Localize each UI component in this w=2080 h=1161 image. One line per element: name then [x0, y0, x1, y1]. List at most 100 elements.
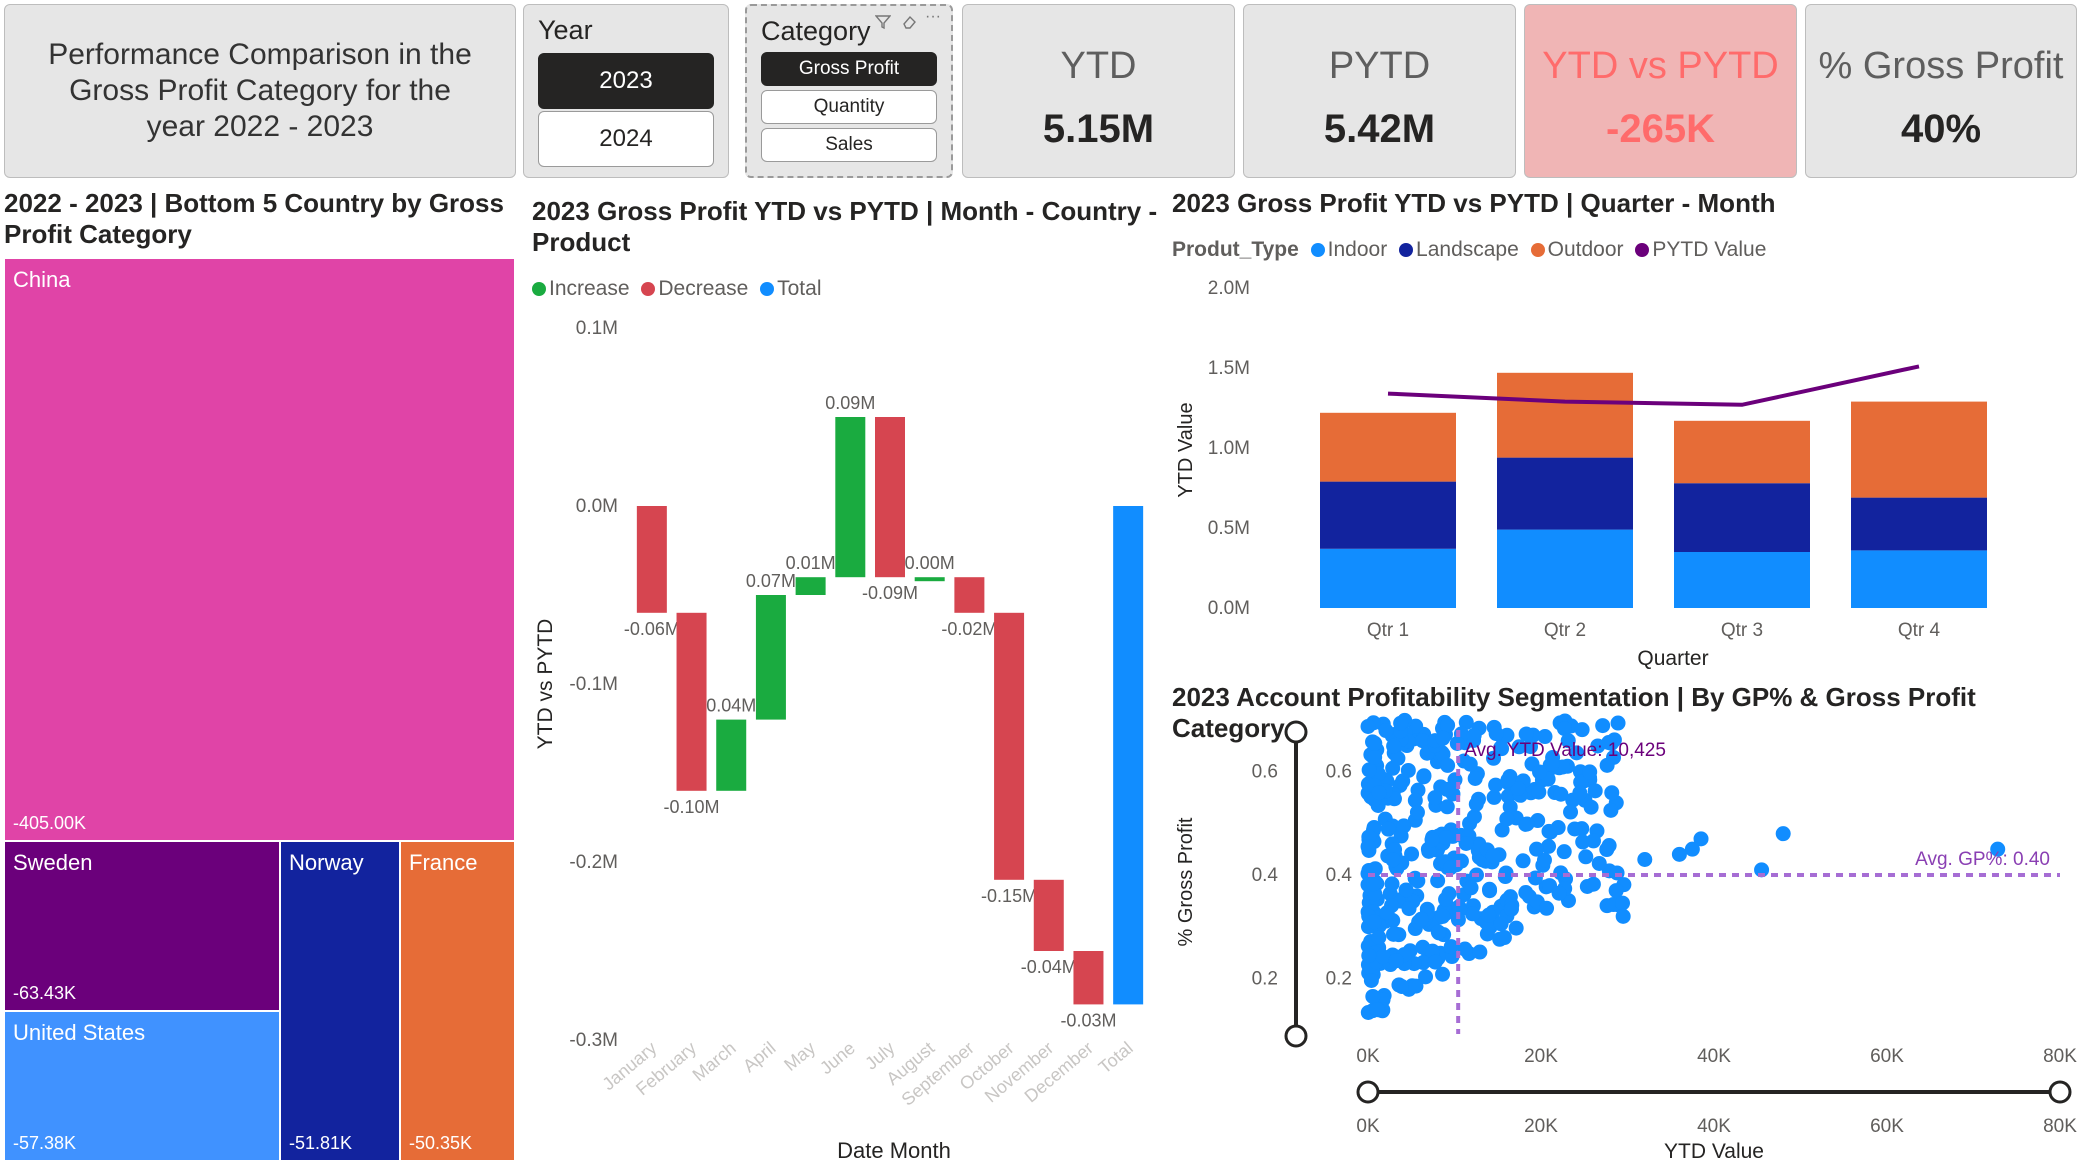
scatter-point	[1439, 781, 1455, 797]
scatter-point	[1599, 842, 1615, 858]
scatter-point	[1375, 949, 1391, 965]
waterfall-x-tick: May	[780, 1038, 819, 1075]
waterfall-data-label: -0.15M	[981, 886, 1037, 906]
scatter-point	[1438, 830, 1454, 846]
scatter-point	[1384, 876, 1400, 892]
scatter-point	[1413, 911, 1429, 927]
stacked-y-tick: 1.5M	[1208, 358, 1250, 379]
scatter-point	[1467, 770, 1483, 786]
scatter-point	[1371, 785, 1387, 801]
scatter-y-tick: 0.4	[1326, 865, 1353, 886]
waterfall-y-tick: 0.0M	[576, 496, 618, 517]
scatter-x-slider-tick: 0K	[1356, 1116, 1380, 1137]
scatter-point	[1609, 865, 1625, 881]
stacked-bar-segment	[1320, 481, 1456, 549]
scatter-y-tick: 0.6	[1326, 762, 1352, 783]
scatter-x-slider-tick: 20K	[1524, 1116, 1558, 1137]
scatter-point	[1591, 855, 1607, 871]
waterfall-bar	[914, 577, 945, 582]
scatter-point	[1637, 852, 1653, 867]
waterfall-bar	[835, 417, 866, 578]
stacked-bar-segment	[1674, 552, 1810, 608]
scatter-point	[1386, 926, 1402, 942]
scatter-x-tick: 0K	[1356, 1046, 1380, 1067]
scatter-point	[1482, 881, 1498, 897]
legend-item-pytd-value[interactable]: PYTD Value	[1629, 238, 1766, 261]
scatter-x-tick: 20K	[1524, 1046, 1558, 1067]
scatter-point	[1529, 841, 1545, 857]
stacked-chart-title: 2023 Gross Profit YTD vs PYTD | Quarter …	[1172, 188, 1776, 218]
legend-item-indoor[interactable]: Indoor	[1305, 238, 1387, 261]
stacked-bar-segment	[1851, 401, 1987, 498]
scatter-point	[1416, 769, 1432, 785]
stacked-x-tick: Qtr 1	[1367, 620, 1409, 641]
scatter-point	[1463, 880, 1479, 896]
scatter-x-axis-title: YTD Value	[1664, 1140, 1764, 1161]
stacked-bar-segment	[1497, 372, 1633, 458]
stacked-y-axis-title: YTD Value	[1175, 402, 1197, 497]
scatter-point	[1539, 900, 1555, 916]
scatter-point	[1409, 804, 1425, 820]
x-range-slider-handle-right[interactable]	[2048, 1080, 2072, 1104]
scatter-point	[1553, 786, 1569, 802]
scatter-point	[1439, 799, 1455, 815]
waterfall-data-label: 0.01M	[786, 553, 836, 573]
waterfall-data-label: -0.10M	[664, 797, 720, 817]
scatter-point	[1504, 901, 1520, 917]
x-range-slider-handle-left[interactable]	[1356, 1080, 1380, 1104]
scatter-point	[1371, 929, 1387, 945]
scatter-point	[1366, 914, 1382, 930]
legend-marker	[1310, 243, 1325, 257]
stacked-y-tick: 2.0M	[1208, 278, 1250, 299]
scatter-point	[1518, 885, 1534, 901]
scatter-x-tick: 40K	[1697, 1046, 1731, 1067]
waterfall-y-tick: -0.1M	[569, 674, 618, 695]
waterfall-x-tick: June	[816, 1038, 859, 1078]
stacked-y-tick: 0.5M	[1208, 518, 1250, 539]
scatter-point	[1508, 920, 1524, 936]
waterfall-bar	[636, 506, 667, 613]
scatter-point	[1615, 908, 1631, 924]
scatter-point	[1458, 835, 1474, 851]
waterfall-x-tick: Total	[1095, 1038, 1137, 1078]
scatter-point	[1465, 906, 1481, 922]
scatter-point	[1404, 846, 1420, 862]
waterfall-data-label: -0.03M	[1060, 1010, 1116, 1030]
waterfall-data-label: -0.06M	[624, 619, 680, 639]
scatter-point	[1424, 832, 1440, 848]
scatter-point	[1400, 762, 1416, 778]
scatter-point	[1583, 799, 1599, 815]
scatter-y-tick: 0.2	[1326, 968, 1352, 989]
pytd-value-line	[1387, 364, 1920, 407]
scatter-point	[1532, 764, 1548, 780]
scatter-point	[1380, 821, 1396, 837]
waterfall-chart: -0.3M -0.2M -0.1M 0.0M 0.1M YTD vs PYTD Date M…	[534, 278, 2077, 1161]
y-range-slider-handle-bottom[interactable]	[1284, 1024, 1308, 1048]
waterfall-bar	[994, 612, 1025, 880]
legend-item-outdoor[interactable]: Outdoor	[1525, 238, 1624, 261]
scatter-x-slider-tick: 40K	[1697, 1116, 1731, 1137]
scatter-point	[1587, 783, 1603, 799]
legend-item-landscape[interactable]: Landscape	[1393, 238, 1519, 261]
waterfall-data-label: 0.04M	[706, 696, 756, 716]
scatter-point	[1531, 784, 1547, 800]
scatter-point	[1671, 846, 1687, 862]
legend-marker	[1399, 243, 1414, 257]
scatter-point	[1388, 953, 1404, 969]
legend-marker	[1530, 243, 1545, 257]
scatter-point	[1367, 749, 1383, 765]
scatter-point	[1582, 764, 1598, 780]
waterfall-y-axis-title: YTD vs PYTD	[534, 619, 557, 750]
stacked-bar-segment	[1497, 457, 1633, 530]
scatter-point	[1366, 876, 1382, 892]
waterfall-bar	[755, 595, 786, 720]
scatter-title: 2023 Account Profitability Segmentation …	[1172, 682, 1976, 743]
stacked-bar-segment	[1320, 412, 1456, 482]
stacked-x-tick: Qtr 4	[1898, 620, 1941, 641]
stacked-x-tick: Qtr 2	[1544, 620, 1586, 641]
stacked-bar-segment	[1851, 550, 1987, 608]
scatter-point	[1394, 978, 1410, 994]
waterfall-y-tick: -0.2M	[569, 852, 618, 873]
scatter-x-slider-tick: 60K	[1870, 1116, 1904, 1137]
scatter-point	[1401, 901, 1417, 917]
